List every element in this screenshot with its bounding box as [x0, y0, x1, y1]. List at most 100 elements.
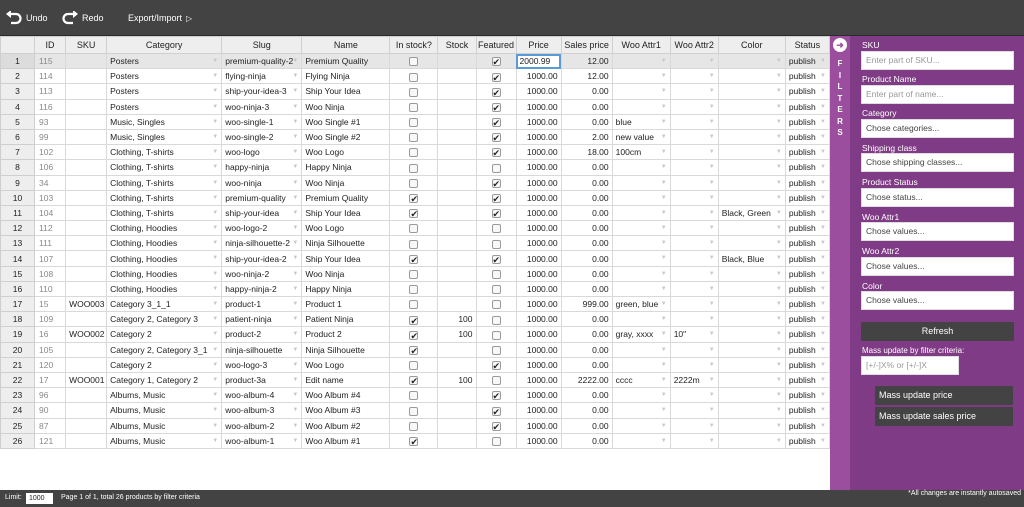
- woo-attr1-cell[interactable]: [611, 159, 671, 176]
- status-cell[interactable]: publish: [784, 204, 830, 222]
- id-cell[interactable]: 120: [34, 356, 67, 373]
- row-number[interactable]: 3: [0, 83, 36, 100]
- id-cell[interactable]: 115: [34, 52, 67, 70]
- attr1-filter-select[interactable]: Chose values...: [861, 222, 1014, 241]
- table-row[interactable]: 1916WOO002Category 2product-2Product 2 10…: [0, 326, 830, 343]
- table-row[interactable]: 26121 Albums, Musicwoo-album-1Woo Album #…: [0, 432, 830, 449]
- woo-attr2-cell[interactable]: [669, 250, 719, 267]
- column-header[interactable]: ID: [34, 36, 67, 54]
- slug-cell[interactable]: woo-logo-3: [221, 356, 303, 373]
- stock-cell[interactable]: [437, 402, 477, 419]
- category-cell[interactable]: Clothing, Hoodies: [106, 280, 223, 298]
- sku-cell[interactable]: [65, 280, 108, 298]
- color-cell[interactable]: [717, 417, 786, 434]
- row-number[interactable]: 5: [0, 113, 36, 130]
- column-header[interactable]: Price: [515, 36, 562, 54]
- slug-cell[interactable]: ship-your-idea-2: [221, 250, 303, 267]
- status-cell[interactable]: publish: [784, 144, 830, 161]
- id-cell[interactable]: 34: [34, 174, 67, 191]
- status-cell[interactable]: publish: [784, 371, 830, 389]
- stock-cell[interactable]: [437, 356, 477, 373]
- slug-cell[interactable]: product-2: [221, 326, 303, 343]
- color-cell[interactable]: [717, 68, 786, 85]
- in-stock-checkbox[interactable]: [409, 102, 419, 112]
- table-row[interactable]: 2490 Albums, Musicwoo-album-3Woo Album #3…: [0, 402, 830, 419]
- sku-cell[interactable]: [65, 356, 108, 373]
- stock-cell[interactable]: [437, 144, 477, 161]
- woo-attr2-cell[interactable]: [669, 295, 719, 313]
- table-row[interactable]: 20105 Category 2, Category 3_1ninja-silho…: [0, 341, 830, 358]
- status-cell[interactable]: publish: [784, 387, 830, 404]
- row-number[interactable]: 21: [0, 356, 36, 373]
- price-cell[interactable]: 1000.00: [515, 83, 562, 100]
- name-cell[interactable]: Woo Single #2: [301, 128, 391, 146]
- color-cell[interactable]: [717, 144, 786, 161]
- row-number[interactable]: 17: [0, 295, 36, 313]
- category-cell[interactable]: Category 2: [106, 356, 223, 373]
- row-number[interactable]: 25: [0, 417, 36, 434]
- status-filter-select[interactable]: Chose status...: [861, 188, 1014, 207]
- sku-cell[interactable]: WOO003: [65, 295, 108, 313]
- slug-cell[interactable]: product-3a: [221, 371, 303, 389]
- column-header[interactable]: Woo Attr2: [669, 36, 719, 54]
- status-cell[interactable]: publish: [784, 250, 830, 267]
- color-cell[interactable]: [717, 402, 786, 419]
- status-cell[interactable]: publish: [784, 356, 830, 373]
- row-number[interactable]: 4: [0, 98, 36, 115]
- id-cell[interactable]: 121: [34, 432, 67, 449]
- featured-checkbox[interactable]: [491, 192, 501, 204]
- stock-cell[interactable]: 100: [437, 326, 477, 343]
- featured-checkbox[interactable]: [491, 131, 501, 144]
- woo-attr1-cell[interactable]: [611, 432, 671, 449]
- woo-attr2-cell[interactable]: [669, 174, 719, 191]
- woo-attr1-cell[interactable]: [611, 280, 671, 298]
- woo-attr2-cell[interactable]: [669, 356, 719, 373]
- id-cell[interactable]: 107: [34, 250, 67, 267]
- color-cell[interactable]: Black, Blue: [717, 250, 786, 267]
- sales-price-cell[interactable]: 18.00: [560, 144, 613, 161]
- row-number[interactable]: 24: [0, 402, 36, 419]
- sku-cell[interactable]: [65, 174, 108, 191]
- table-row[interactable]: 2217WOO001Category 1, Category 2product-…: [0, 371, 830, 389]
- status-cell[interactable]: publish: [784, 280, 830, 298]
- price-cell[interactable]: 1000.00: [515, 280, 562, 298]
- name-cell[interactable]: Happy Ninja: [301, 159, 391, 176]
- sku-cell[interactable]: [65, 98, 108, 115]
- featured-checkbox[interactable]: [491, 345, 501, 355]
- mass-update-input[interactable]: [+/-]X% or [+/-]X: [861, 356, 959, 375]
- status-cell[interactable]: publish: [784, 265, 830, 282]
- woo-attr1-cell[interactable]: gray, xxxx: [611, 326, 671, 343]
- refresh-button[interactable]: Refresh: [861, 322, 1014, 341]
- status-cell[interactable]: publish: [784, 326, 830, 343]
- featured-checkbox[interactable]: [491, 405, 501, 417]
- sales-price-cell[interactable]: 0.00: [560, 174, 613, 191]
- mass-update-sales-price-button[interactable]: Mass update sales price: [875, 407, 1013, 426]
- circle-arrow-right-icon[interactable]: ➜: [833, 38, 847, 52]
- category-cell[interactable]: Clothing, Hoodies: [106, 265, 223, 282]
- woo-attr2-cell[interactable]: [669, 128, 719, 146]
- column-header[interactable]: Slug: [221, 36, 303, 54]
- price-cell[interactable]: 1000.00: [515, 189, 562, 206]
- stock-cell[interactable]: [437, 235, 477, 252]
- sku-cell[interactable]: [65, 204, 108, 222]
- status-cell[interactable]: publish: [784, 311, 830, 328]
- slug-cell[interactable]: woo-album-3: [221, 402, 303, 419]
- name-cell[interactable]: Woo Ninja: [301, 98, 391, 115]
- color-cell[interactable]: [717, 113, 786, 130]
- id-cell[interactable]: 112: [34, 220, 67, 237]
- stock-cell[interactable]: [437, 204, 477, 222]
- row-number[interactable]: 1: [0, 52, 36, 70]
- woo-attr1-cell[interactable]: [611, 189, 671, 206]
- slug-cell[interactable]: happy-ninja: [221, 159, 303, 176]
- name-cell[interactable]: Ninja Silhouette: [301, 341, 391, 358]
- limit-input[interactable]: 1000: [26, 493, 53, 504]
- status-cell[interactable]: publish: [784, 174, 830, 191]
- category-cell[interactable]: Category 1, Category 2: [106, 371, 223, 389]
- featured-checkbox[interactable]: [491, 300, 501, 310]
- name-cell[interactable]: Product 1: [301, 295, 391, 313]
- sku-cell[interactable]: [65, 235, 108, 252]
- status-cell[interactable]: publish: [784, 68, 830, 85]
- sales-price-cell[interactable]: 0.00: [560, 387, 613, 404]
- sales-price-cell[interactable]: 0.00: [560, 113, 613, 130]
- featured-checkbox[interactable]: [491, 253, 501, 265]
